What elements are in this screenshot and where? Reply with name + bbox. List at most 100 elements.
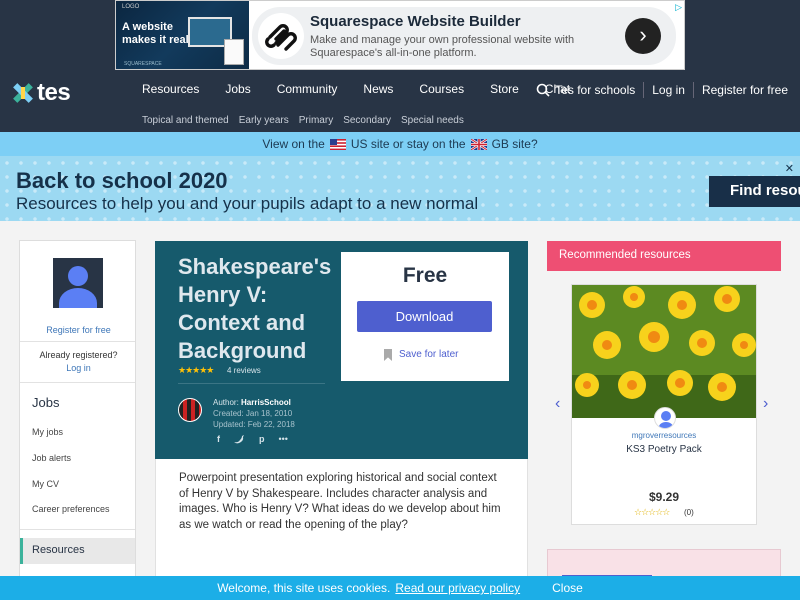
nav-item-community[interactable]: Community [277, 82, 338, 96]
subnav-early-years[interactable]: Early years [239, 115, 289, 126]
subnav-secondary[interactable]: Secondary [343, 115, 391, 126]
login-link[interactable]: Log in [652, 83, 685, 97]
updated-date: Updated: Feb 22, 2018 [213, 420, 295, 429]
recommended-carousel: ‹ › mgroverresources KS3 Poetry Pack $9.… [547, 271, 781, 539]
nav-right: Tes for schools Log in Register for free [536, 82, 788, 98]
find-resources-button[interactable]: Find resou [709, 176, 800, 207]
advertisement[interactable]: LOGO A website makes it real. SQUARESPAC… [115, 0, 685, 70]
nav-separator [692, 82, 694, 98]
recommended-card[interactable]: mgroverresources KS3 Poetry Pack $9.29 ☆… [571, 284, 757, 525]
resource-description-card: Powerpoint presentation exploring histor… [155, 459, 528, 589]
reviews-link[interactable]: 4 reviews [227, 366, 261, 375]
already-registered-text: Already registered? [39, 350, 118, 360]
ad-area: LOGO A website makes it real. SQUARESPAC… [0, 0, 800, 72]
us-site-link[interactable]: US site or stay on the [351, 137, 466, 151]
tes-for-schools-link[interactable]: Tes for schools [555, 83, 635, 97]
price-label: Free [402, 264, 448, 287]
author-info: Author: HarrisSchool Created: Jan 18, 20… [213, 397, 295, 430]
recommended-price: $9.29 [648, 490, 680, 504]
sidebar-register-link[interactable]: Register for free [20, 325, 137, 335]
nav-item-courses[interactable]: Courses [419, 82, 464, 96]
ad-image-brand: SQUARESPACE [124, 61, 162, 67]
nav-item-resources[interactable]: Resources [142, 82, 199, 96]
more-share-icon[interactable]: ••• [279, 434, 288, 444]
privacy-policy-link[interactable]: Read our privacy policy [395, 581, 520, 595]
back-to-school-banner[interactable]: Back to school 2020 Resources to help yo… [0, 156, 800, 221]
resource-description: Powerpoint presentation exploring histor… [179, 472, 501, 531]
sidebar-divider [20, 529, 135, 530]
banner-subtitle: Resources to help you and your pupils ad… [16, 194, 479, 213]
sidebar-item-my-jobs[interactable]: My jobs [32, 427, 63, 437]
twitter-icon[interactable] [234, 434, 245, 444]
tes-logo-text: tes [37, 79, 71, 106]
subnav-topical[interactable]: Topical and themed [142, 115, 229, 126]
recommended-author-avatar[interactable] [654, 407, 676, 429]
nav-item-jobs[interactable]: Jobs [225, 82, 250, 96]
recommended-author-link[interactable]: mgroverresources [572, 431, 756, 440]
price-box: Free Download Save for later [341, 252, 509, 381]
ad-choices-icon[interactable]: ▷ [675, 2, 682, 13]
daffodils-image[interactable] [572, 285, 756, 418]
site-bar-prefix: View on the [262, 137, 325, 151]
gb-flag-icon [470, 138, 487, 150]
banner-title: Back to school 2020 [16, 168, 228, 193]
carousel-prev-icon[interactable]: ‹ [555, 395, 560, 413]
resource-header: Shakespeare's Henry V: Context and Backg… [155, 241, 528, 459]
subnav-special-needs[interactable]: Special needs [401, 115, 464, 126]
save-for-later-link[interactable]: Save for later [399, 349, 458, 360]
resource-title: Shakespeare's Henry V: Context and Backg… [178, 254, 332, 363]
pinterest-icon[interactable]: p [259, 434, 265, 444]
cookie-text: Welcome, this site uses cookies. [217, 581, 391, 595]
sidebar-divider [20, 382, 135, 383]
ad-image-logo: LOGO [122, 4, 140, 10]
search-icon[interactable] [536, 83, 550, 97]
recommended-rating-stars-icon: ☆☆☆☆☆ [634, 507, 670, 517]
nav-item-news[interactable]: News [363, 82, 393, 96]
ad-image-headline: A website makes it real. [122, 21, 192, 46]
author-label: Author: [213, 398, 239, 407]
avatar-placeholder-icon [53, 258, 103, 308]
squarespace-logo-icon [258, 13, 304, 59]
ad-arrow-button[interactable]: › [625, 18, 661, 54]
share-icons: f p ••• [217, 434, 288, 444]
sidebar-login-link[interactable]: Log in [20, 363, 137, 373]
download-button[interactable]: Download [357, 301, 492, 332]
author-avatar[interactable] [178, 398, 202, 422]
recommended-review-count: (0) [684, 508, 694, 517]
us-flag-icon [329, 138, 346, 150]
sidebar-item-resources[interactable]: Resources [20, 538, 135, 564]
sidebar-item-career-preferences[interactable]: Career preferences [32, 504, 110, 514]
recommended-title[interactable]: KS3 Poetry Pack [572, 444, 756, 455]
site-switch-bar: View on the US site or stay on the GB si… [0, 132, 800, 156]
sub-nav: Topical and themed Early years Primary S… [142, 115, 474, 126]
nav-separator [643, 82, 645, 98]
register-link[interactable]: Register for free [702, 83, 788, 97]
sidebar-jobs-heading[interactable]: Jobs [32, 395, 59, 410]
banner-close-icon[interactable]: ✕ [785, 162, 794, 175]
tes-logo-icon [13, 83, 33, 103]
cookie-close-button[interactable]: Close [552, 581, 583, 595]
nav-item-store[interactable]: Store [490, 82, 519, 96]
created-date: Created: Jan 18, 2010 [213, 409, 293, 418]
ad-description: Make and manage your own professional we… [310, 34, 575, 59]
sidebar-item-job-alerts[interactable]: Job alerts [32, 453, 71, 463]
rating-stars-icon: ★★★★★ [178, 365, 214, 375]
account-sidebar: Register for free Already registered? Lo… [19, 240, 136, 580]
author-name-link[interactable]: HarrisSchool [241, 398, 291, 407]
main-nav: tes Resources Jobs Community News Course… [0, 72, 800, 132]
sidebar-divider [20, 341, 135, 342]
recommended-heading: Recommended resources [547, 241, 781, 271]
carousel-next-icon[interactable]: › [763, 395, 768, 413]
ad-title[interactable]: Squarespace Website Builder [310, 13, 521, 30]
subnav-primary[interactable]: Primary [299, 115, 333, 126]
gb-site-link[interactable]: GB site? [492, 137, 538, 151]
sidebar-item-my-cv[interactable]: My CV [32, 479, 59, 489]
cookie-banner: Welcome, this site uses cookies. Read ou… [0, 576, 800, 600]
ad-phone-graphic [224, 39, 244, 65]
ad-image[interactable]: LOGO A website makes it real. SQUARESPAC… [116, 1, 249, 69]
facebook-icon[interactable]: f [217, 434, 220, 444]
bookmark-icon[interactable] [384, 349, 392, 361]
tes-logo[interactable]: tes [12, 79, 71, 107]
nav-menu: Resources Jobs Community News Courses St… [142, 82, 596, 96]
resource-divider [178, 383, 325, 384]
